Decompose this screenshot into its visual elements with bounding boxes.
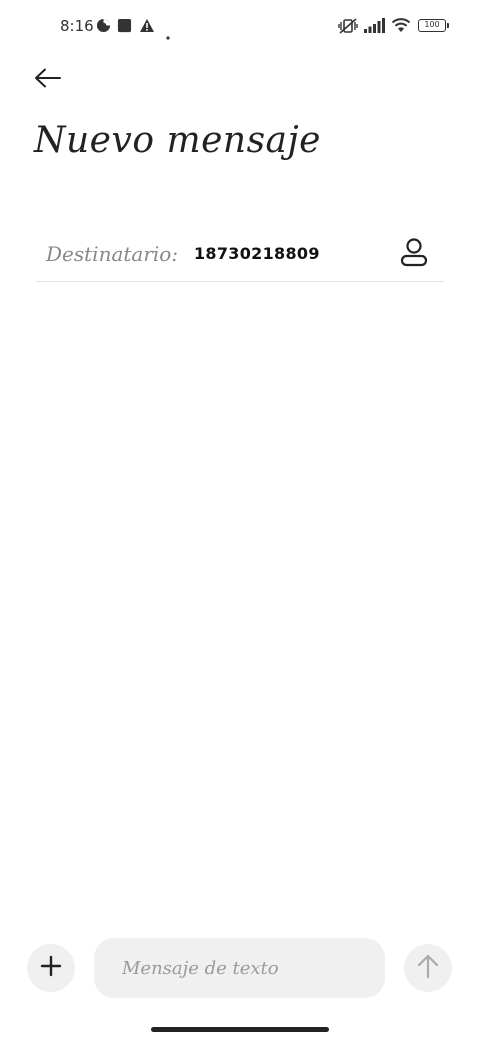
battery-icon: 100 [418,19,449,32]
data-saver-icon [96,18,111,37]
recipient-field[interactable]: Destinatario: 18730218809 [36,226,444,282]
dot-icon [166,25,170,44]
recipient-value[interactable]: 18730218809 [194,244,320,263]
wifi-icon [391,18,411,37]
warning-icon [139,18,155,37]
recipient-label: Destinatario: [46,242,179,266]
back-button[interactable] [28,62,68,98]
arrow-up-icon [417,953,439,983]
person-icon [400,237,428,271]
page-title: Nuevo mensaje [34,120,321,161]
send-button[interactable] [404,944,452,992]
plus-icon [40,955,62,981]
signal-icon [364,18,386,37]
arrow-left-icon [34,68,62,92]
home-indicator[interactable] [151,1027,329,1032]
contact-picker-button[interactable] [398,238,430,270]
message-input[interactable] [94,938,385,998]
vibrate-off-icon [338,18,358,38]
new-message-screen: 8:16 100 Nuevo mensaje Destinatario: 187… [0,0,480,1040]
attach-button[interactable] [27,944,75,992]
status-time: 8:16 [60,17,94,35]
status-bar: 8:16 100 [0,0,480,56]
square-notification-icon [117,18,132,37]
